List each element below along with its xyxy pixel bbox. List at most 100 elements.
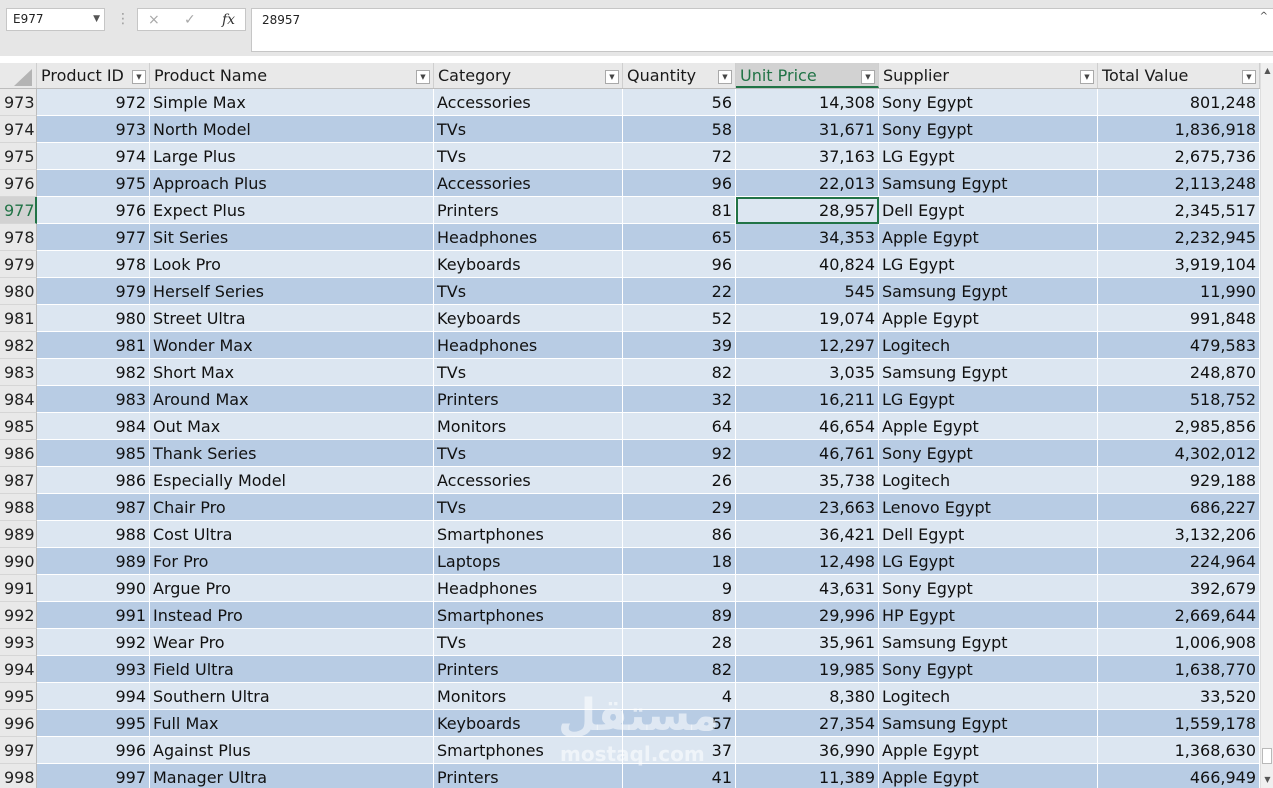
insert-function-icon[interactable]: fx <box>222 11 235 29</box>
cell-product-name[interactable]: Against Plus <box>150 737 434 764</box>
cell-quantity[interactable]: 32 <box>623 386 736 413</box>
row-header[interactable]: 997 <box>0 737 37 764</box>
collapse-formula-bar-icon[interactable]: ^ <box>1260 11 1268 22</box>
cell-quantity[interactable]: 96 <box>623 251 736 278</box>
cell-unit-price[interactable]: 11,389 <box>736 764 879 788</box>
cell-total-value[interactable]: 4,302,012 <box>1098 440 1260 467</box>
cell-unit-price[interactable]: 29,996 <box>736 602 879 629</box>
row-header[interactable]: 998 <box>0 764 37 788</box>
cell-quantity[interactable]: 9 <box>623 575 736 602</box>
cell-category[interactable]: TVs <box>434 278 623 305</box>
cell-product-name[interactable]: Instead Pro <box>150 602 434 629</box>
row-header[interactable]: 981 <box>0 305 37 332</box>
cell-product-id[interactable]: 992 <box>37 629 150 656</box>
cell-total-value[interactable]: 466,949 <box>1098 764 1260 788</box>
cell-supplier[interactable]: Apple Egypt <box>879 305 1098 332</box>
filter-dropdown-icon[interactable]: ▼ <box>1242 70 1256 84</box>
cell-category[interactable]: Headphones <box>434 224 623 251</box>
cell-quantity[interactable]: 29 <box>623 494 736 521</box>
cell-quantity[interactable]: 65 <box>623 224 736 251</box>
cell-total-value[interactable]: 2,232,945 <box>1098 224 1260 251</box>
filter-dropdown-icon[interactable]: ▼ <box>718 70 732 84</box>
cell-category[interactable]: Keyboards <box>434 710 623 737</box>
cell-unit-price[interactable]: 12,297 <box>736 332 879 359</box>
cell-category[interactable]: Smartphones <box>434 737 623 764</box>
cell-product-id[interactable]: 974 <box>37 143 150 170</box>
column-header-total-value[interactable]: Total Value ▼ <box>1098 63 1260 88</box>
cell-supplier[interactable]: Apple Egypt <box>879 764 1098 788</box>
cell-product-id[interactable]: 982 <box>37 359 150 386</box>
row-header[interactable]: 995 <box>0 683 37 710</box>
cell-unit-price[interactable]: 37,163 <box>736 143 879 170</box>
cell-supplier[interactable]: Logitech <box>879 683 1098 710</box>
cell-category[interactable]: TVs <box>434 629 623 656</box>
cell-category[interactable]: Keyboards <box>434 305 623 332</box>
cell-unit-price[interactable]: 46,761 <box>736 440 879 467</box>
cell-total-value[interactable]: 686,227 <box>1098 494 1260 521</box>
cell-product-name[interactable]: Sit Series <box>150 224 434 251</box>
cell-product-id[interactable]: 995 <box>37 710 150 737</box>
row-header[interactable]: 994 <box>0 656 37 683</box>
cell-unit-price[interactable]: 40,824 <box>736 251 879 278</box>
cell-quantity[interactable]: 56 <box>623 89 736 116</box>
cell-category[interactable]: Monitors <box>434 683 623 710</box>
cell-category[interactable]: TVs <box>434 143 623 170</box>
cell-total-value[interactable]: 1,836,918 <box>1098 116 1260 143</box>
cell-total-value[interactable]: 2,345,517 <box>1098 197 1260 224</box>
filter-dropdown-icon[interactable]: ▼ <box>132 70 146 84</box>
cell-total-value[interactable]: 1,368,630 <box>1098 737 1260 764</box>
row-header[interactable]: 975 <box>0 143 37 170</box>
cell-product-name[interactable]: Chair Pro <box>150 494 434 521</box>
cell-supplier[interactable]: Samsung Egypt <box>879 629 1098 656</box>
cell-product-name[interactable]: Thank Series <box>150 440 434 467</box>
cell-total-value[interactable]: 3,919,104 <box>1098 251 1260 278</box>
cell-category[interactable]: Accessories <box>434 89 623 116</box>
cell-product-name[interactable]: Especially Model <box>150 467 434 494</box>
cell-unit-price[interactable]: 19,985 <box>736 656 879 683</box>
vertical-scrollbar[interactable]: ▲ ▼ <box>1260 63 1273 788</box>
cell-product-id[interactable]: 996 <box>37 737 150 764</box>
row-header[interactable]: 990 <box>0 548 37 575</box>
cell-product-id[interactable]: 978 <box>37 251 150 278</box>
cell-product-id[interactable]: 986 <box>37 467 150 494</box>
cell-product-id[interactable]: 973 <box>37 116 150 143</box>
cell-product-name[interactable]: Herself Series <box>150 278 434 305</box>
cell-category[interactable]: Laptops <box>434 548 623 575</box>
row-header[interactable]: 991 <box>0 575 37 602</box>
cell-unit-price[interactable]: 14,308 <box>736 89 879 116</box>
cell-unit-price[interactable]: 22,013 <box>736 170 879 197</box>
cell-product-name[interactable]: Short Max <box>150 359 434 386</box>
cell-total-value[interactable]: 479,583 <box>1098 332 1260 359</box>
cell-supplier[interactable]: Samsung Egypt <box>879 170 1098 197</box>
cell-product-id[interactable]: 989 <box>37 548 150 575</box>
cell-unit-price[interactable]: 31,671 <box>736 116 879 143</box>
cell-quantity[interactable]: 41 <box>623 764 736 788</box>
cell-supplier[interactable]: LG Egypt <box>879 251 1098 278</box>
cell-quantity[interactable]: 89 <box>623 602 736 629</box>
cell-category[interactable]: Keyboards <box>434 251 623 278</box>
cell-supplier[interactable]: LG Egypt <box>879 548 1098 575</box>
cell-unit-price[interactable]: 36,990 <box>736 737 879 764</box>
select-all-corner[interactable] <box>0 63 37 88</box>
row-header[interactable]: 977 <box>0 197 37 224</box>
cell-supplier[interactable]: Sony Egypt <box>879 89 1098 116</box>
cell-supplier[interactable]: Samsung Egypt <box>879 710 1098 737</box>
row-header[interactable]: 989 <box>0 521 37 548</box>
cell-product-id[interactable]: 980 <box>37 305 150 332</box>
cell-product-name[interactable]: Argue Pro <box>150 575 434 602</box>
cell-product-id[interactable]: 972 <box>37 89 150 116</box>
filter-dropdown-icon[interactable]: ▼ <box>605 70 619 84</box>
row-header[interactable]: 984 <box>0 386 37 413</box>
cell-product-id[interactable]: 983 <box>37 386 150 413</box>
row-header[interactable]: 987 <box>0 467 37 494</box>
cell-unit-price[interactable]: 3,035 <box>736 359 879 386</box>
cell-product-name[interactable]: Expect Plus <box>150 197 434 224</box>
row-header[interactable]: 973 <box>0 89 37 116</box>
row-header[interactable]: 986 <box>0 440 37 467</box>
cell-category[interactable]: Accessories <box>434 170 623 197</box>
cell-product-name[interactable]: Street Ultra <box>150 305 434 332</box>
cell-product-id[interactable]: 994 <box>37 683 150 710</box>
cell-total-value[interactable]: 1,638,770 <box>1098 656 1260 683</box>
cell-total-value[interactable]: 11,990 <box>1098 278 1260 305</box>
cell-unit-price[interactable]: 28,957 <box>736 197 879 224</box>
